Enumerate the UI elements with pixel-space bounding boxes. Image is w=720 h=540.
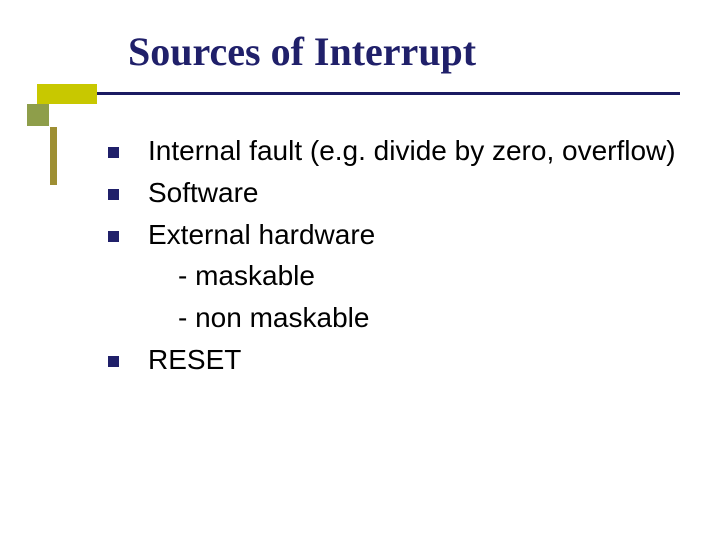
square-bullet-icon: [108, 189, 119, 200]
slide: Sources of Interrupt Internal fault (e.g…: [0, 0, 720, 540]
square-bullet-icon: [108, 356, 119, 367]
accent-square-green: [27, 104, 49, 126]
list-subitem: - non maskable: [108, 299, 680, 337]
slide-title: Sources of Interrupt: [128, 28, 680, 75]
list-subitem-text: - non maskable: [178, 302, 369, 333]
list-subitem: - maskable: [108, 257, 680, 295]
square-bullet-icon: [108, 147, 119, 158]
list-item: Internal fault (e.g. divide by zero, ove…: [108, 132, 680, 170]
list-item-text: Internal fault (e.g. divide by zero, ove…: [148, 135, 676, 166]
square-bullet-icon: [108, 231, 119, 242]
list-subitem-text: - maskable: [178, 260, 315, 291]
list-item-text: External hardware: [148, 219, 375, 250]
accent-rule-navy: [97, 92, 680, 95]
accent-bar-vertical: [50, 127, 57, 185]
title-rule: [0, 84, 720, 110]
content-area: Internal fault (e.g. divide by zero, ove…: [108, 132, 680, 383]
list-item-text: Software: [148, 177, 259, 208]
list-item: Software: [108, 174, 680, 212]
list-item: RESET: [108, 341, 680, 379]
list-item-text: RESET: [148, 344, 241, 375]
accent-bar-yellow: [37, 84, 97, 104]
list-item: External hardware: [108, 216, 680, 254]
title-area: Sources of Interrupt: [128, 28, 680, 85]
